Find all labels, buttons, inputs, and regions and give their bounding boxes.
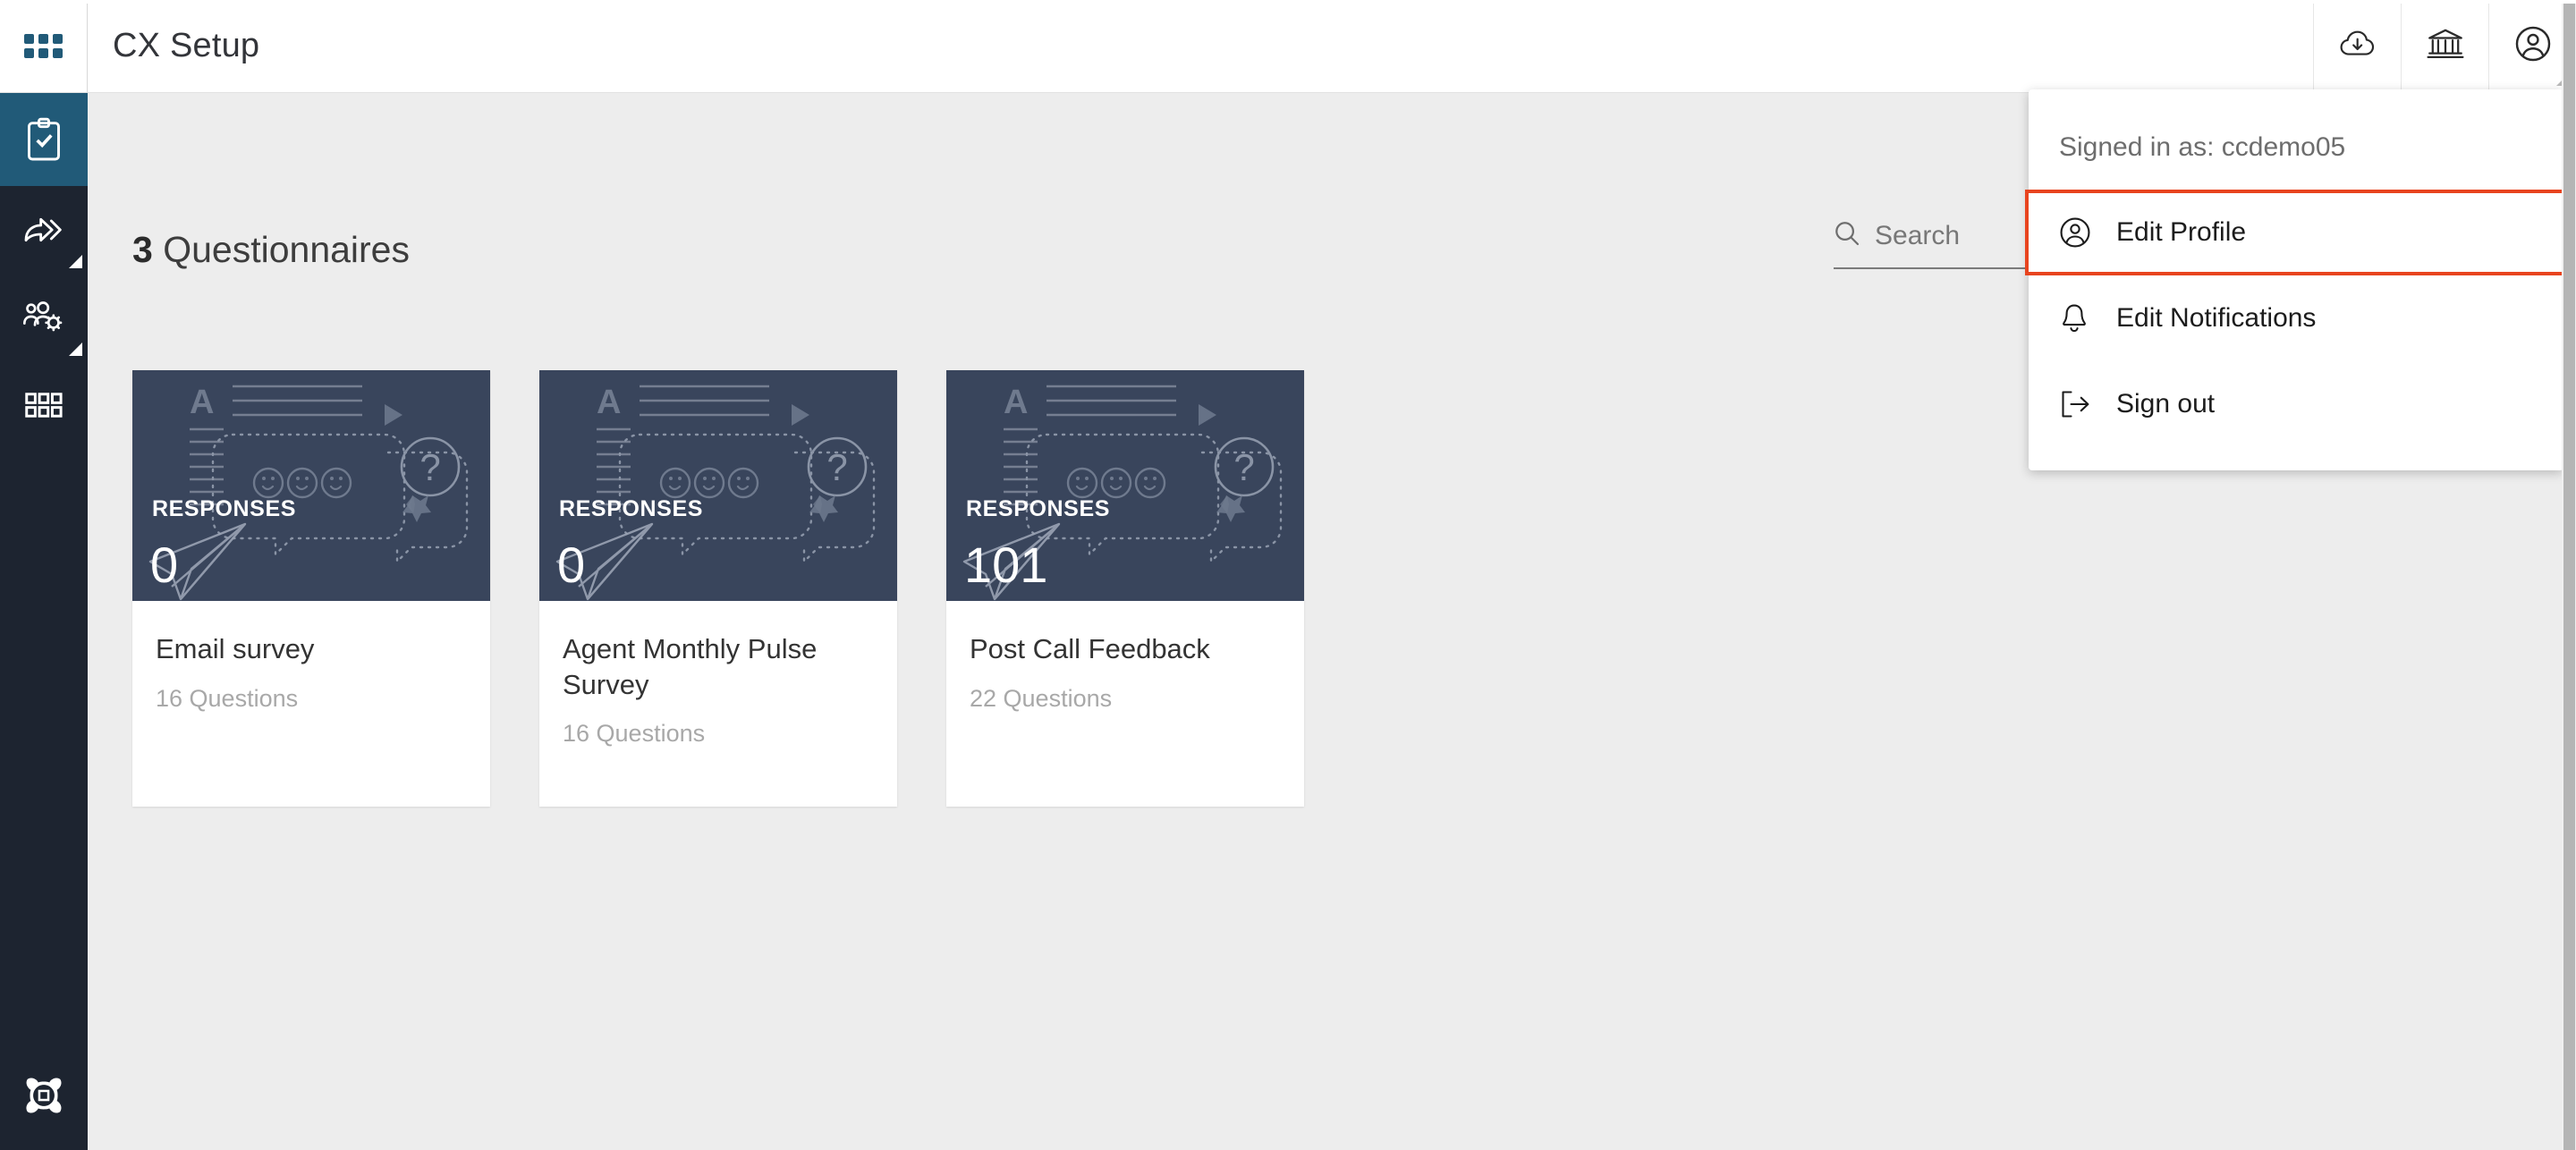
svg-text:?: ? (419, 446, 440, 488)
page-header-title: CX Setup (113, 27, 260, 64)
menu-item-sign-out[interactable]: Sign out (2029, 361, 2563, 447)
header-action-group (2313, 0, 2576, 93)
search-icon (1834, 220, 1860, 251)
card-body: Post Call Feedback 22 Questions (946, 601, 1304, 807)
card-question-count: 22 Questions (970, 684, 1113, 712)
signed-in-as-label: Signed in as: ccdemo05 (2059, 132, 2346, 162)
responses-label: RESPONSES (559, 496, 704, 521)
vertical-scrollbar[interactable] (2562, 0, 2576, 1150)
clipboard-check-icon (24, 116, 64, 163)
card-thumbnail: A (539, 370, 897, 601)
cloud-download-icon (2338, 29, 2377, 63)
menu-item-edit-notifications[interactable]: Edit Notifications (2029, 275, 2563, 361)
application-root: CX Setup 3 Questionnaires Search A ? RES… (0, 0, 2576, 1150)
survey-illustration: A ? (148, 384, 469, 601)
questionnaire-card[interactable]: A (946, 370, 1304, 807)
bank-institution-icon (2426, 28, 2464, 64)
menu-item-edit-profile[interactable]: Edit Profile (2025, 190, 2567, 275)
menu-item-label: Edit Notifications (2116, 303, 2317, 333)
card-title: Agent Monthly Pulse Survey (563, 633, 818, 700)
share-forward-icon (21, 212, 66, 248)
responses-label: RESPONSES (152, 496, 297, 521)
grid-modules-icon (25, 393, 63, 418)
card-question-count: 16 Questions (563, 720, 706, 748)
menu-item-label: Edit Profile (2116, 217, 2247, 247)
genesys-star-logo[interactable] (0, 1064, 88, 1127)
responses-count: 101 (964, 537, 1048, 593)
page-title: 3 Questionnaires (132, 229, 410, 271)
card-body: Agent Monthly Pulse Survey 16 Questions (539, 601, 897, 807)
app-switcher-button[interactable] (0, 0, 88, 93)
questionnaire-card[interactable]: A (539, 370, 897, 807)
scrollbar-thumb[interactable] (2563, 0, 2575, 1150)
card-title: Email survey (156, 633, 315, 664)
sidebar-expand-indicator-admin[interactable] (69, 342, 82, 356)
grid-apps-icon (24, 34, 63, 58)
svg-text:?: ? (826, 446, 847, 488)
sidebar-item-modules[interactable] (0, 361, 88, 449)
svg-text:?: ? (1233, 446, 1254, 488)
responses-count: 0 (557, 537, 586, 593)
responses-count: 0 (150, 537, 179, 593)
questionnaire-card[interactable]: A (132, 370, 490, 807)
card-thumbnail: A (946, 370, 1304, 601)
top-header-bar: CX Setup (88, 0, 2576, 93)
card-question-count: 16 Questions (156, 684, 299, 712)
menu-item-label: Sign out (2116, 389, 2216, 419)
card-title: Post Call Feedback (970, 633, 1210, 664)
sidebar-item-questionnaires[interactable] (0, 93, 88, 186)
responses-label: RESPONSES (966, 496, 1111, 521)
left-navigation-rail (0, 0, 88, 1150)
questionnaire-card-grid: A ? RESPONSES 0 Email survey 16 Question… (132, 370, 1304, 807)
organization-button[interactable] (2401, 0, 2488, 93)
window-top-edge (0, 0, 2576, 4)
card-thumbnail: A (132, 370, 490, 601)
svg-text:A: A (190, 384, 214, 421)
bell-icon (2059, 302, 2100, 334)
card-body: Email survey 16 Questions (132, 601, 490, 807)
people-gear-icon (21, 300, 66, 335)
page-title-label: Questionnaires (163, 229, 410, 270)
questionnaire-count: 3 (132, 229, 153, 270)
svg-text:A: A (1004, 384, 1028, 421)
user-circle-icon (2514, 25, 2552, 67)
sign-out-icon (2059, 389, 2100, 419)
profile-dropdown-menu: Signed in as: ccdemo05 Edit Profile Edit… (2025, 89, 2567, 470)
sidebar-item-admin-users[interactable] (0, 274, 88, 361)
svg-text:A: A (597, 384, 621, 421)
sidebar-expand-indicator-routing[interactable] (69, 255, 82, 268)
survey-illustration: A ? (555, 384, 876, 601)
sidebar-item-routing[interactable] (0, 186, 88, 274)
cloud-download-button[interactable] (2313, 0, 2401, 93)
user-circle-icon (2059, 216, 2100, 249)
